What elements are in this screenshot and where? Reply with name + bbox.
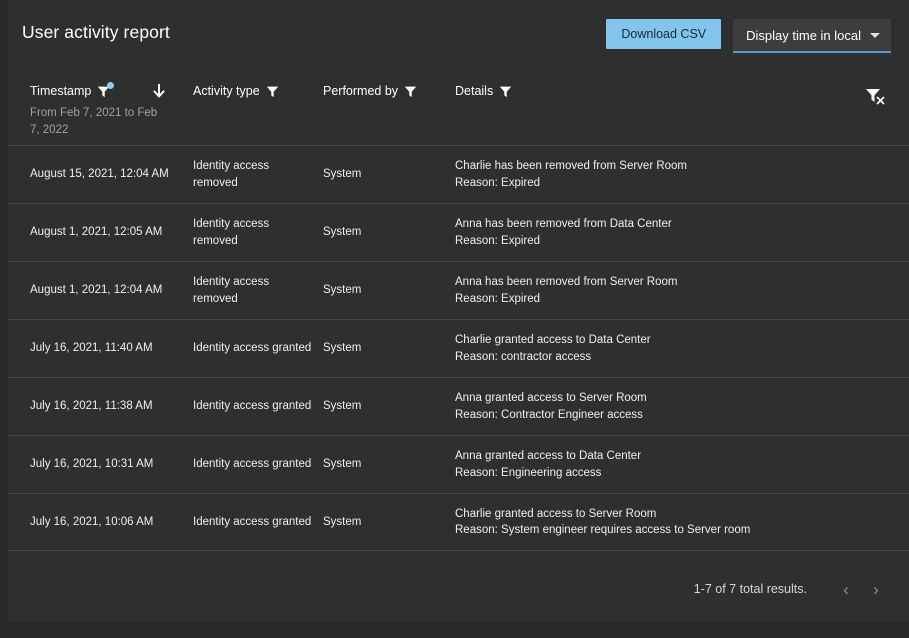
table-row[interactable]: July 16, 2021, 10:06 AM Identity access … bbox=[8, 493, 909, 551]
cell-details-line1: Anna has been removed from Data Center bbox=[455, 218, 672, 230]
sort-arrow-down-icon[interactable] bbox=[150, 82, 168, 102]
column-header-performed-by-label: Performed by bbox=[323, 84, 398, 98]
cell-details-line1: Anna granted access to Data Center bbox=[455, 450, 641, 462]
cell-performed-by: System bbox=[323, 224, 448, 241]
filter-icon-glyph bbox=[266, 85, 279, 98]
cell-performed-by: System bbox=[323, 514, 448, 531]
cell-timestamp: July 16, 2021, 10:31 AM bbox=[30, 456, 190, 473]
results-count: 1-7 of 7 total results. bbox=[694, 582, 807, 596]
cell-details-line2: Reason: contractor access bbox=[455, 349, 885, 366]
cell-details-line1: Charlie has been removed from Server Roo… bbox=[455, 160, 687, 172]
page-title: User activity report bbox=[22, 22, 170, 43]
cell-details: Anna granted access to Data Center Reaso… bbox=[455, 448, 885, 481]
table-row[interactable]: August 1, 2021, 12:04 AM Identity access… bbox=[8, 261, 909, 319]
clear-filters-glyph bbox=[865, 86, 887, 106]
cell-details-line2: Reason: Contractor Engineer access bbox=[455, 407, 885, 424]
cell-activity-type: Identity access granted bbox=[193, 456, 313, 473]
panel-header: User activity report Download CSV Displa… bbox=[8, 0, 909, 68]
filter-icon-glyph bbox=[404, 85, 417, 98]
cell-details-line2: Reason: Expired bbox=[455, 233, 885, 250]
cell-timestamp: August 1, 2021, 12:05 AM bbox=[30, 224, 190, 241]
table-row[interactable]: July 16, 2021, 10:31 AM Identity access … bbox=[8, 435, 909, 493]
pagination-footer: 1-7 of 7 total results. ‹ › bbox=[8, 556, 909, 622]
header-actions: Download CSV Display time in local bbox=[606, 19, 891, 53]
cell-details: Anna granted access to Server Room Reaso… bbox=[455, 390, 885, 423]
table-row[interactable]: July 16, 2021, 11:40 AM Identity access … bbox=[8, 319, 909, 377]
cell-performed-by: System bbox=[323, 456, 448, 473]
cell-details: Charlie granted access to Server Room Re… bbox=[455, 506, 885, 539]
cell-performed-by: System bbox=[323, 398, 448, 415]
filter-icon-performed-by[interactable] bbox=[404, 85, 417, 98]
chevron-right-icon[interactable]: › bbox=[861, 574, 891, 604]
cell-performed-by: System bbox=[323, 282, 448, 299]
cell-activity-type: Identity access granted bbox=[193, 398, 313, 415]
cell-details: Anna has been removed from Server Room R… bbox=[455, 274, 885, 307]
cell-activity-type: Identity access granted bbox=[193, 340, 313, 357]
user-activity-report-panel: User activity report Download CSV Displa… bbox=[8, 0, 909, 622]
filter-icon-glyph bbox=[499, 85, 512, 98]
table-row[interactable]: July 16, 2021, 11:38 AM Identity access … bbox=[8, 377, 909, 435]
column-header-timestamp: Timestamp bbox=[30, 84, 110, 98]
cell-details-line2: Reason: Expired bbox=[455, 175, 885, 192]
chevron-down-icon bbox=[870, 33, 880, 38]
cell-activity-type: Identity access removed bbox=[193, 158, 313, 191]
activity-table: August 15, 2021, 12:04 AM Identity acces… bbox=[8, 145, 909, 551]
cell-details-line2: Reason: Expired bbox=[455, 291, 885, 308]
filter-icon-details[interactable] bbox=[499, 85, 512, 98]
cell-timestamp: August 15, 2021, 12:04 AM bbox=[30, 166, 190, 183]
cell-details-line1: Charlie granted access to Data Center bbox=[455, 334, 651, 346]
filter-active-badge bbox=[107, 82, 114, 89]
cell-performed-by: System bbox=[323, 166, 448, 183]
clear-filters-icon[interactable] bbox=[865, 86, 887, 106]
cell-timestamp: July 16, 2021, 11:38 AM bbox=[30, 398, 190, 415]
table-row[interactable]: August 15, 2021, 12:04 AM Identity acces… bbox=[8, 145, 909, 203]
cell-details-line1: Anna granted access to Server Room bbox=[455, 392, 647, 404]
sort-arrow-glyph bbox=[150, 82, 168, 102]
column-header-details: Details bbox=[455, 84, 512, 98]
table-row[interactable]: August 1, 2021, 12:05 AM Identity access… bbox=[8, 203, 909, 261]
filter-icon-activity-type[interactable] bbox=[266, 85, 279, 98]
cell-activity-type: Identity access removed bbox=[193, 274, 313, 307]
timezone-select[interactable]: Display time in local bbox=[733, 19, 891, 53]
cell-timestamp: August 1, 2021, 12:04 AM bbox=[30, 282, 190, 299]
cell-details-line2: Reason: Engineering access bbox=[455, 465, 885, 482]
cell-performed-by: System bbox=[323, 340, 448, 357]
cell-details-line1: Anna has been removed from Server Room bbox=[455, 276, 677, 288]
column-header-performed-by: Performed by bbox=[323, 84, 417, 98]
cell-details: Charlie granted access to Data Center Re… bbox=[455, 332, 885, 365]
column-header-activity-type-label: Activity type bbox=[193, 84, 260, 98]
app-root: User activity report Download CSV Displa… bbox=[0, 0, 909, 638]
timestamp-range-text: From Feb 7, 2021 to Feb 7, 2022 bbox=[30, 105, 160, 139]
column-header-timestamp-label: Timestamp bbox=[30, 84, 91, 98]
chevron-left-icon[interactable]: ‹ bbox=[831, 574, 861, 604]
cell-details: Anna has been removed from Data Center R… bbox=[455, 216, 885, 249]
cell-timestamp: July 16, 2021, 11:40 AM bbox=[30, 340, 190, 357]
cell-details-line2: Reason: System engineer requires access … bbox=[455, 522, 885, 539]
download-csv-button[interactable]: Download CSV bbox=[606, 19, 721, 49]
cell-activity-type: Identity access removed bbox=[193, 216, 313, 249]
table-column-headers: Timestamp From Feb 7, 2021 to Feb 7, 202… bbox=[8, 68, 909, 145]
timezone-select-label: Display time in local bbox=[746, 28, 861, 43]
filter-icon-timestamp[interactable] bbox=[97, 85, 110, 98]
cell-timestamp: July 16, 2021, 10:06 AM bbox=[30, 514, 190, 531]
cell-details-line1: Charlie granted access to Server Room bbox=[455, 508, 656, 520]
column-header-activity-type: Activity type bbox=[193, 84, 279, 98]
column-header-details-label: Details bbox=[455, 84, 493, 98]
cell-details: Charlie has been removed from Server Roo… bbox=[455, 158, 885, 191]
cell-activity-type: Identity access granted bbox=[193, 514, 313, 531]
